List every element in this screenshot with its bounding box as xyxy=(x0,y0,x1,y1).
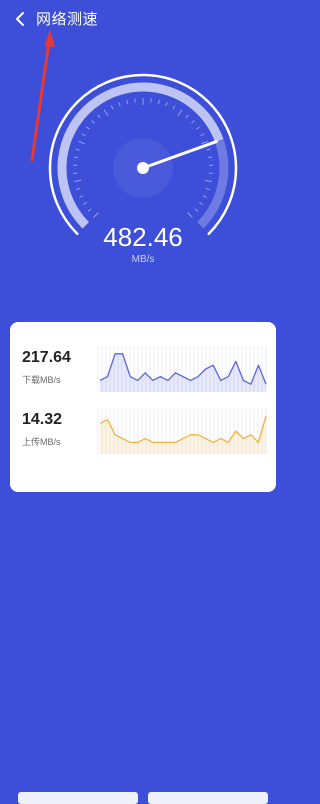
gauge-tick xyxy=(199,202,202,204)
gauge-tick xyxy=(205,180,212,181)
result-card: 217.64 下载MB/s 14.32 上传MB/s xyxy=(10,322,276,492)
gauge-tick xyxy=(88,209,91,211)
gauge-tick xyxy=(82,134,85,136)
upload-chart xyxy=(96,406,270,454)
speed-value: 482.46 xyxy=(0,222,286,252)
gauge-tick xyxy=(79,196,83,198)
download-value: 217.64 xyxy=(22,348,71,368)
gauge-tick xyxy=(74,157,78,158)
gauge-tick xyxy=(173,106,175,110)
gauge-tick xyxy=(94,213,99,218)
gauge-tick xyxy=(86,127,89,129)
bottom-panel-left xyxy=(18,792,138,804)
gauge-tick xyxy=(166,102,167,106)
gauge-tick xyxy=(78,141,84,144)
gauge-tick xyxy=(196,127,199,129)
download-chart xyxy=(96,344,270,392)
gauge-tick xyxy=(76,188,80,189)
page-title: 网络测速 xyxy=(36,11,98,29)
gauge-hub xyxy=(137,162,149,174)
gauge-tick xyxy=(127,100,128,104)
gauge-tick xyxy=(195,209,198,211)
upload-label: 上传MB/s xyxy=(22,436,62,448)
gauge-tick xyxy=(74,180,81,181)
gauge-tick xyxy=(207,149,211,150)
gauge-tick xyxy=(208,157,212,158)
gauge-tick xyxy=(83,202,86,204)
chart-area xyxy=(100,416,266,454)
gauge-tick xyxy=(92,120,95,123)
gauge-tick xyxy=(158,100,159,104)
gauge-tick xyxy=(206,188,210,189)
bottom-panel-right xyxy=(148,792,268,804)
gauge-tick xyxy=(191,120,194,123)
download-metric: 217.64 下载MB/s xyxy=(22,348,71,386)
gauge-tick xyxy=(188,213,193,218)
gauge-tick xyxy=(178,110,182,116)
gauge-tick xyxy=(104,110,108,116)
upload-metric: 14.32 上传MB/s xyxy=(22,410,62,448)
gauge-tick xyxy=(119,102,120,106)
upload-value: 14.32 xyxy=(22,410,62,430)
header: 网络测速 xyxy=(0,0,286,40)
download-label: 下载MB/s xyxy=(22,374,71,386)
gauge-tick xyxy=(76,149,80,150)
gauge-tick xyxy=(201,134,204,136)
speed-unit: MB/s xyxy=(0,254,286,266)
gauge-tick xyxy=(98,115,101,118)
gauge-tick xyxy=(203,196,207,198)
chevron-left-icon xyxy=(12,10,30,28)
gauge-tick xyxy=(111,106,113,110)
gauge-tick xyxy=(186,115,189,118)
back-button[interactable] xyxy=(12,10,30,28)
